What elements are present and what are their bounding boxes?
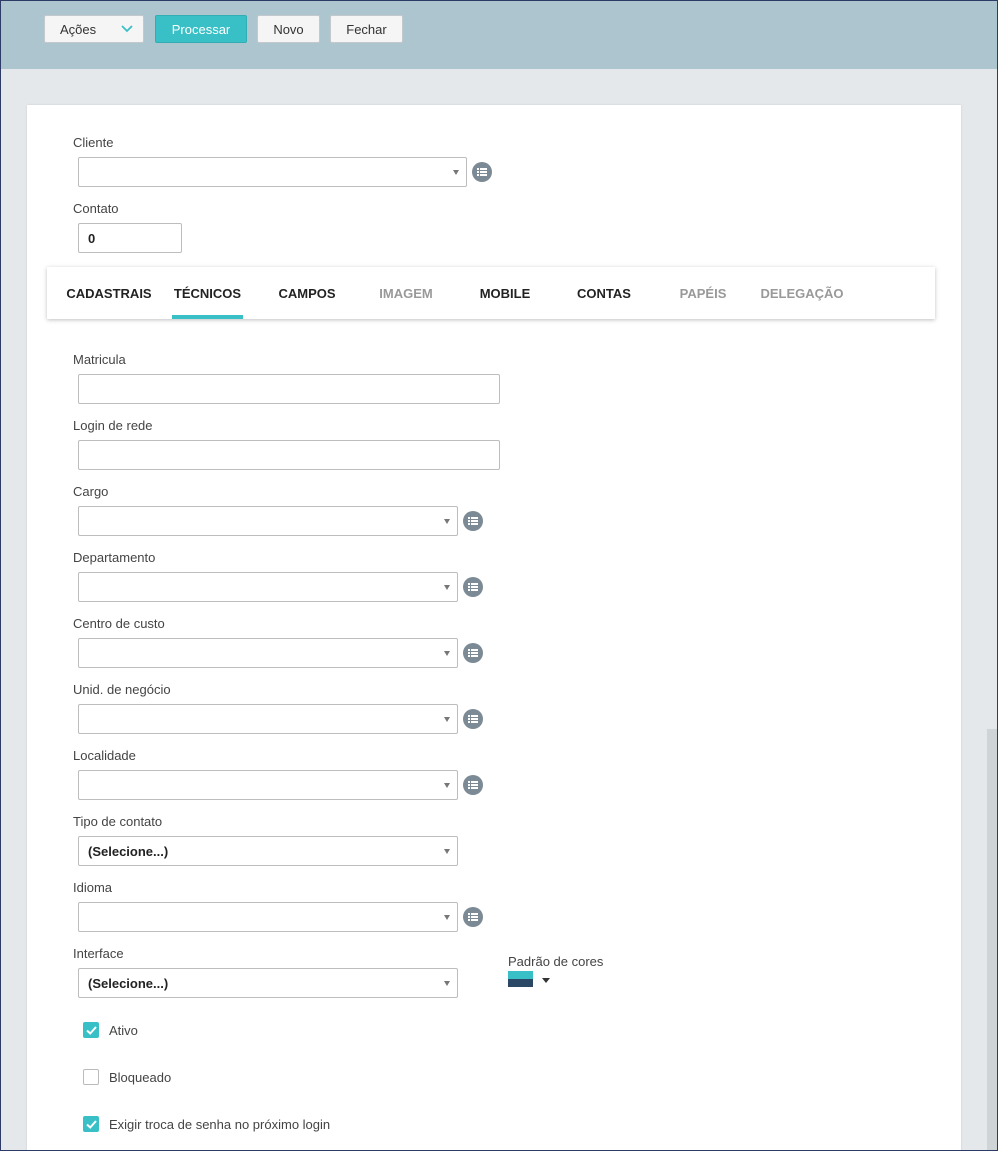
form-panel: Cliente Contato 0 CADASTRAIS TÉCNICOS CA… bbox=[27, 105, 961, 1150]
chevron-down-icon bbox=[121, 25, 133, 33]
new-label: Novo bbox=[273, 21, 304, 37]
tab-campos[interactable]: CAMPOS bbox=[272, 267, 342, 319]
select-arrow-icon bbox=[444, 717, 450, 722]
list-icon[interactable] bbox=[463, 907, 483, 927]
interface-value: (Selecione...) bbox=[88, 975, 169, 991]
tab-cadastrais[interactable]: CADASTRAIS bbox=[63, 267, 155, 319]
bloqueado-checkbox[interactable] bbox=[83, 1069, 99, 1085]
process-button[interactable]: Processar bbox=[155, 15, 247, 43]
centro-custo-label: Centro de custo bbox=[73, 616, 165, 631]
scrollbar-thumb[interactable] bbox=[987, 729, 997, 1150]
localidade-select[interactable] bbox=[78, 770, 458, 800]
toolbar: Ações Processar Novo Fechar bbox=[1, 1, 997, 69]
cargo-label: Cargo bbox=[73, 484, 109, 499]
cargo-select[interactable] bbox=[78, 506, 458, 536]
interface-label: Interface bbox=[73, 946, 124, 961]
cliente-select[interactable] bbox=[78, 157, 467, 187]
idioma-label: Idioma bbox=[73, 880, 113, 895]
color-scheme-picker[interactable] bbox=[508, 971, 554, 989]
contato-input[interactable]: 0 bbox=[78, 223, 182, 253]
select-arrow-icon bbox=[453, 170, 459, 175]
list-icon[interactable] bbox=[463, 643, 483, 663]
centro-custo-select[interactable] bbox=[78, 638, 458, 668]
actions-dropdown[interactable]: Ações bbox=[44, 15, 144, 43]
close-label: Fechar bbox=[346, 21, 387, 37]
tab-contas[interactable]: CONTAS bbox=[568, 267, 640, 319]
tipo-contato-select[interactable]: (Selecione...) bbox=[78, 836, 458, 866]
color-swatch-bottom bbox=[508, 979, 533, 987]
check-icon bbox=[86, 1120, 97, 1129]
select-arrow-icon bbox=[444, 849, 450, 854]
contato-value: 0 bbox=[88, 230, 96, 246]
tipo-contato-value: (Selecione...) bbox=[88, 843, 169, 859]
ativo-checkbox[interactable] bbox=[83, 1022, 99, 1038]
cliente-label: Cliente bbox=[73, 135, 114, 150]
list-icon[interactable] bbox=[463, 511, 483, 531]
departamento-label: Departamento bbox=[73, 550, 156, 565]
tipo-contato-label: Tipo de contato bbox=[73, 814, 163, 829]
exigir-troca-senha-checkbox[interactable] bbox=[83, 1116, 99, 1132]
list-icon[interactable] bbox=[463, 577, 483, 597]
matricula-input[interactable] bbox=[78, 374, 500, 404]
tab-tecnicos[interactable]: TÉCNICOS bbox=[172, 267, 243, 319]
login-input[interactable] bbox=[78, 440, 500, 470]
localidade-label: Localidade bbox=[73, 748, 136, 763]
matricula-label: Matricula bbox=[73, 352, 126, 367]
actions-label: Ações bbox=[60, 21, 97, 37]
unid-negocio-select[interactable] bbox=[78, 704, 458, 734]
tab-bar: CADASTRAIS TÉCNICOS CAMPOS IMAGEM MOBILE… bbox=[47, 267, 935, 319]
new-button[interactable]: Novo bbox=[257, 15, 320, 43]
list-icon[interactable] bbox=[463, 775, 483, 795]
chevron-down-icon bbox=[542, 978, 550, 983]
tab-mobile[interactable]: MOBILE bbox=[470, 267, 540, 319]
departamento-select[interactable] bbox=[78, 572, 458, 602]
ativo-label: Ativo bbox=[109, 1023, 138, 1038]
tab-papeis: PAPÉIS bbox=[679, 285, 727, 301]
list-icon[interactable] bbox=[463, 709, 483, 729]
app-window: Ações Processar Novo Fechar Cliente Cont… bbox=[0, 0, 998, 1151]
exigir-troca-senha-label: Exigir troca de senha no próximo login bbox=[109, 1117, 331, 1132]
padrao-cores-label: Padrão de cores bbox=[508, 954, 604, 969]
list-icon[interactable] bbox=[472, 162, 492, 182]
select-arrow-icon bbox=[444, 981, 450, 986]
color-swatch-top bbox=[508, 971, 533, 979]
interface-select[interactable]: (Selecione...) bbox=[78, 968, 458, 998]
select-arrow-icon bbox=[444, 585, 450, 590]
select-arrow-icon bbox=[444, 651, 450, 656]
login-label: Login de rede bbox=[73, 418, 153, 433]
unid-negocio-label: Unid. de negócio bbox=[73, 682, 171, 697]
bloqueado-label: Bloqueado bbox=[109, 1070, 172, 1085]
select-arrow-icon bbox=[444, 915, 450, 920]
close-button[interactable]: Fechar bbox=[330, 15, 403, 43]
select-arrow-icon bbox=[444, 519, 450, 524]
process-label: Processar bbox=[171, 21, 231, 37]
idioma-select[interactable] bbox=[78, 902, 458, 932]
contato-label: Contato bbox=[73, 201, 119, 216]
tab-delegacao: DELEGAÇÃO bbox=[760, 285, 844, 301]
tab-imagem: IMAGEM bbox=[379, 285, 433, 301]
select-arrow-icon bbox=[444, 783, 450, 788]
check-icon bbox=[86, 1026, 97, 1035]
